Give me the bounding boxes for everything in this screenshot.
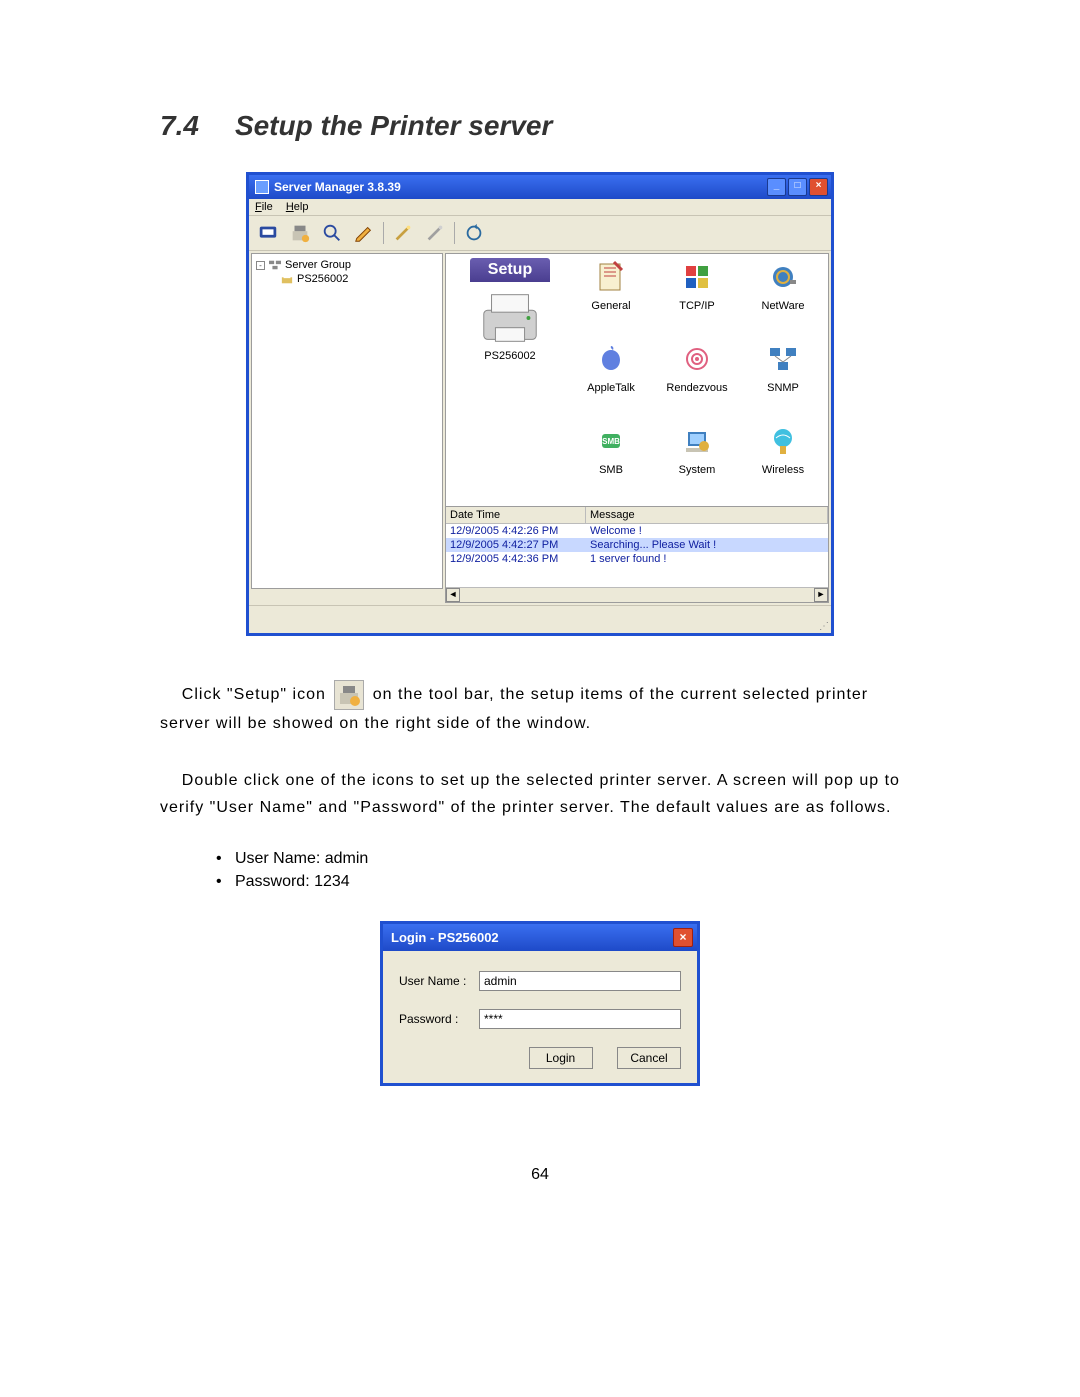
snmp-label: SNMP: [767, 382, 799, 394]
toolbar-setup-icon[interactable]: [287, 220, 313, 246]
log-head-message[interactable]: Message: [586, 507, 828, 523]
toolbar-refresh-icon[interactable]: [461, 220, 487, 246]
netware-label: NetWare: [762, 300, 805, 312]
login-close-button[interactable]: ×: [673, 928, 693, 947]
setup-banner: Setup: [470, 258, 550, 282]
log-msg: Welcome !: [586, 524, 828, 538]
snmp-icon[interactable]: SNMP: [742, 342, 824, 420]
bullet-list: • User Name: admin • Password: 1234: [160, 850, 920, 891]
paragraph-2: Double click one of the icons to set up …: [160, 767, 920, 821]
server-group-icon: [268, 259, 282, 271]
heading-number: 7.4: [160, 110, 199, 141]
log-head-datetime[interactable]: Date Time: [446, 507, 586, 523]
maximize-button[interactable]: □: [788, 178, 807, 196]
printer-icon[interactable]: [476, 288, 544, 348]
log-msg: Searching... Please Wait !: [586, 538, 828, 552]
login-button[interactable]: Login: [529, 1047, 593, 1069]
menu-file[interactable]: File: [255, 201, 273, 213]
heading-title: Setup the Printer server: [235, 110, 552, 141]
wireless-icon[interactable]: Wireless: [742, 424, 824, 502]
log-row[interactable]: 12/9/2005 4:42:27 PM Searching... Please…: [446, 538, 828, 552]
general-label: General: [591, 300, 630, 312]
close-button[interactable]: ×: [809, 178, 828, 196]
bullet-password: • Password: 1234: [216, 873, 920, 891]
tree-root-label: Server Group: [285, 259, 351, 271]
netware-icon[interactable]: NetWare: [742, 260, 824, 338]
username-label: User Name :: [399, 974, 479, 988]
toolbar-wand2-icon[interactable]: [422, 220, 448, 246]
log-scrollbar[interactable]: ◄ ►: [446, 587, 828, 602]
log-dt: 12/9/2005 4:42:26 PM: [446, 524, 586, 538]
rendezvous-icon[interactable]: Rendezvous: [656, 342, 738, 420]
toolbar: [249, 216, 831, 251]
tree-child[interactable]: PS256002: [280, 272, 438, 286]
resize-grip[interactable]: ⋰: [249, 621, 831, 633]
general-icon[interactable]: General: [570, 260, 652, 338]
smb-icon[interactable]: SMB SMB: [570, 424, 652, 502]
tree-panel: - Server Group PS256002: [251, 253, 443, 589]
toolbar-edit-icon[interactable]: [351, 220, 377, 246]
login-title: Login - PS256002: [391, 930, 673, 945]
appletalk-icon[interactable]: AppleTalk: [570, 342, 652, 420]
cancel-button[interactable]: Cancel: [617, 1047, 681, 1069]
rendezvous-label: Rendezvous: [666, 382, 727, 394]
smb-label: SMB: [599, 464, 623, 476]
toolbar-wand1-icon[interactable]: [390, 220, 416, 246]
scroll-right-icon[interactable]: ►: [814, 588, 828, 602]
login-dialog: Login - PS256002 × User Name : Password …: [380, 921, 700, 1086]
system-icon[interactable]: System: [656, 424, 738, 502]
minimize-button[interactable]: _: [767, 178, 786, 196]
appletalk-label: AppleTalk: [587, 382, 635, 394]
log-dt: 12/9/2005 4:42:36 PM: [446, 552, 586, 566]
printer-node-icon: [280, 273, 294, 285]
para2: Double click one of the icons to set up …: [160, 772, 900, 816]
printer-label: PS256002: [450, 350, 570, 362]
scroll-left-icon[interactable]: ◄: [446, 588, 460, 602]
tcpip-icon[interactable]: TCP/IP: [656, 260, 738, 338]
svg-text:SMB: SMB: [602, 437, 620, 446]
menubar: File Help: [249, 199, 831, 216]
tree-collapse-icon[interactable]: -: [256, 261, 265, 270]
window-titlebar: Server Manager 3.8.39 _ □ ×: [249, 175, 831, 199]
toolbar-server-icon[interactable]: [255, 220, 281, 246]
statusbar: [249, 605, 831, 621]
system-label: System: [679, 464, 716, 476]
log-dt: 12/9/2005 4:42:27 PM: [446, 538, 586, 552]
para1a: Click "Setup" icon: [182, 686, 326, 703]
username-input[interactable]: [479, 971, 681, 991]
bullet-username: • User Name: admin: [216, 850, 920, 868]
inline-setup-icon: [334, 680, 364, 710]
log-table: Date Time Message 12/9/2005 4:42:26 PM W…: [446, 506, 828, 602]
log-row[interactable]: 12/9/2005 4:42:36 PM 1 server found !: [446, 552, 828, 566]
tcpip-label: TCP/IP: [679, 300, 714, 312]
page-number: 64: [160, 1166, 920, 1184]
paragraph-1: Click "Setup" icon on the tool bar, the …: [160, 680, 920, 737]
wireless-label: Wireless: [762, 464, 804, 476]
log-msg: 1 server found !: [586, 552, 828, 566]
toolbar-search-icon[interactable]: [319, 220, 345, 246]
menu-help[interactable]: Help: [286, 201, 309, 213]
password-label: Password :: [399, 1012, 479, 1026]
log-row[interactable]: 12/9/2005 4:42:26 PM Welcome !: [446, 524, 828, 538]
login-titlebar: Login - PS256002 ×: [383, 924, 697, 951]
window-title: Server Manager 3.8.39: [274, 180, 767, 194]
tree-child-label: PS256002: [297, 273, 348, 285]
app-icon: [255, 180, 269, 194]
section-heading: 7.4 Setup the Printer server: [160, 110, 920, 142]
server-manager-window: Server Manager 3.8.39 _ □ × File Help: [246, 172, 834, 636]
tree-root[interactable]: - Server Group: [256, 258, 438, 272]
password-input[interactable]: [479, 1009, 681, 1029]
